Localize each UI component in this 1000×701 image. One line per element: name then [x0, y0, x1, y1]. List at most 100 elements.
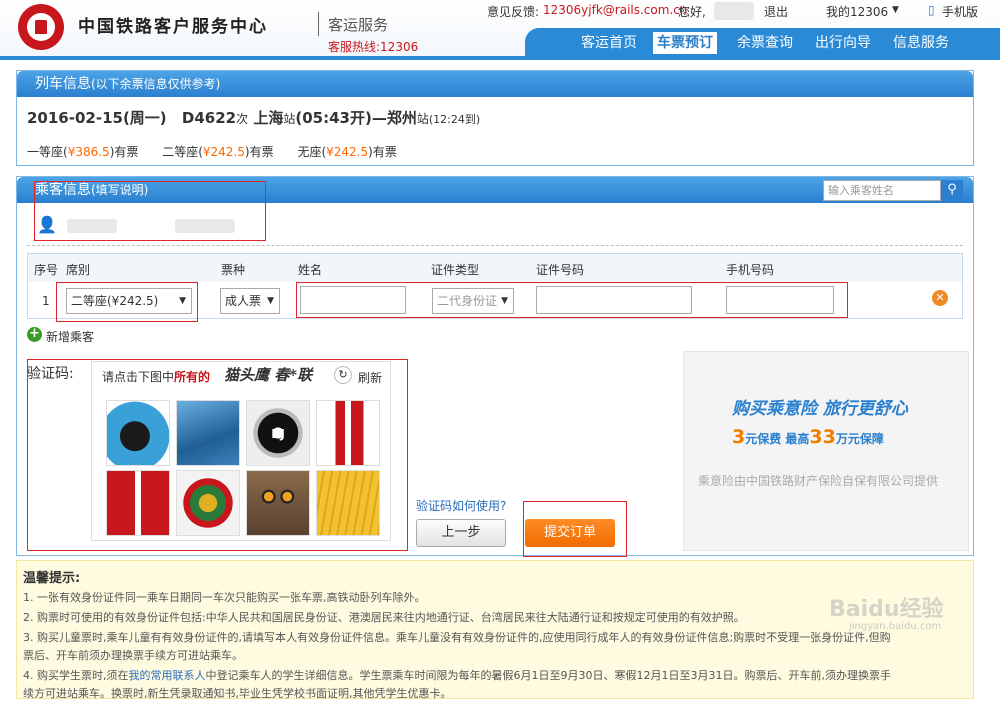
tip-3: 3. 购买儿童票时,乘车儿童有有效身份证件的,请填写本人有效身份证件信息。乘车儿…: [23, 631, 891, 644]
col-index: 序号: [34, 263, 59, 277]
train-number: D4622: [181, 109, 237, 127]
tip-4-post: 中登记乘车人的学生详细信息。学生票乘车时间限为每年的暑假6月1日至9月30日、寒…: [205, 669, 891, 682]
refresh-link[interactable]: 刷新: [358, 369, 382, 386]
seat-price: ¥242.5: [326, 145, 369, 159]
feedback-email-link[interactable]: 12306yjfk@rails.com.cn: [543, 3, 687, 17]
mobile-link[interactable]: 手机版: [942, 3, 978, 20]
seat-name: 无座(: [297, 145, 327, 159]
captcha-instruction: 请点击下图中所有的: [102, 368, 210, 385]
captcha-instruction-pre: 请点击下图中: [102, 370, 175, 384]
insurance-offer: 3元保费 最高33万元保障: [732, 426, 884, 448]
insurance-coverage: 33: [809, 426, 836, 448]
captcha-image-orca[interactable]: [106, 400, 170, 466]
ticket-type-value: 成人票: [225, 294, 262, 308]
watermark-url: jingyan.baidu.com: [849, 621, 942, 632]
row-index: 1: [42, 294, 50, 308]
captcha-target-words: 猫头鹰 春*联: [224, 366, 313, 384]
nav-travel-guide[interactable]: 出行向导: [811, 32, 875, 54]
header-divider: [0, 56, 1000, 60]
tip-4-pre: 4. 购买学生票时,须在: [23, 669, 129, 682]
captcha-image-bottle-cap[interactable]: [176, 470, 240, 536]
tip-2: 2. 购票时可使用的有效身份证件包括:中华人民共和国居民身份证、港澳居民来往内地…: [23, 611, 745, 624]
highlight-box: [34, 181, 266, 241]
insurance-provider: 乘意险由中国铁路财产保险自保有限公司提供: [698, 474, 939, 488]
captcha-image-owl[interactable]: [246, 470, 310, 536]
watermark: Baidu经验: [829, 597, 944, 622]
passenger-search-input[interactable]: 输入乘客姓名: [823, 180, 941, 201]
seat-price: ¥242.5: [202, 145, 245, 159]
site-title: 中国铁路客户服务中心: [78, 17, 268, 37]
dropdown-arrow-icon: ▼: [267, 296, 274, 306]
site-header: 中国铁路客户服务中心 客运服务 客服热线:12306 意见反馈: 12306yj…: [0, 0, 1000, 56]
captcha-instruction-em: 所有的: [174, 370, 211, 384]
insurance-text: 元保费 最高: [745, 432, 810, 446]
captcha-image-bj-badge[interactable]: BJ: [246, 400, 310, 466]
col-phone: 手机号码: [726, 263, 775, 277]
seat-no-seat: 无座(¥242.5)有票: [297, 145, 396, 159]
remove-passenger-icon[interactable]: ✕: [932, 290, 948, 306]
railway-logo-icon[interactable]: [18, 4, 64, 50]
captcha-image-dolphins[interactable]: [176, 400, 240, 466]
captcha-image-couplet[interactable]: [316, 400, 380, 466]
nav-info-service[interactable]: 信息服务: [889, 32, 953, 54]
captcha-help-link[interactable]: 验证码如何使用?: [416, 497, 506, 514]
col-id-number: 证件号码: [536, 263, 585, 277]
nav-booking[interactable]: 车票预订: [653, 32, 717, 54]
seat-status: 有票: [114, 145, 139, 159]
mobile-phone-icon[interactable]: ▯: [928, 3, 935, 17]
title-divider: [318, 12, 319, 36]
add-icon[interactable]: +: [27, 327, 42, 342]
station-suffix: 站: [416, 112, 429, 126]
col-ticket-type: 票种: [221, 263, 246, 277]
add-passenger-link[interactable]: 新增乘客: [46, 328, 94, 345]
nav-ticket-query[interactable]: 余票查询: [733, 32, 797, 54]
train-info-panel: 列车信息(以下余票信息仅供参考) 2016-02-15(周一) D4622次 上…: [16, 70, 974, 166]
tip-1: 1. 一张有效身份证件同一乘车日期同一车次只能购买一张车票,高铁动卧列车除外。: [23, 591, 426, 604]
logout-link[interactable]: 退出: [764, 3, 788, 20]
train-suffix: 次: [236, 112, 249, 126]
depart-time: (05:43开)—: [295, 109, 387, 127]
seat-name: 二等座(: [162, 145, 203, 159]
refresh-icon[interactable]: ↻: [334, 366, 352, 384]
ticket-type-select[interactable]: 成人票 ▼: [220, 288, 280, 314]
col-name: 姓名: [298, 263, 323, 277]
insurance-text: 万元保障: [835, 432, 884, 446]
col-seat: 席别: [66, 263, 91, 277]
main-nav: 客运首页 车票预订 余票查询 出行向导 信息服务: [525, 28, 1000, 56]
seat-availability: 一等座(¥386.5)有票 二等座(¥242.5)有票 无座(¥242.5)有票: [27, 143, 397, 160]
insurance-headline: 购买乘意险 旅行更舒心: [732, 399, 908, 419]
chevron-down-icon[interactable]: ▼: [892, 5, 899, 15]
train-info-header: 列车信息(以下余票信息仅供参考): [17, 71, 973, 97]
captcha-image-couplet[interactable]: [106, 470, 170, 536]
highlight-box: [56, 282, 198, 322]
insurance-banner[interactable]: 购买乘意险 旅行更舒心 3元保费 最高33万元保障 乘意险由中国铁路财产保险自保…: [683, 351, 969, 551]
highlight-box: [296, 282, 848, 318]
seat-status: 有票: [372, 145, 397, 159]
my12306-menu[interactable]: 我的12306: [826, 3, 888, 20]
station-suffix: 站: [283, 112, 296, 126]
feedback-label: 意见反馈:: [487, 5, 540, 19]
from-station: 上海: [253, 109, 284, 127]
username-blurred: [714, 2, 754, 20]
divider: [27, 245, 963, 246]
passenger-panel: 乘客信息(填写说明) 输入乘客姓名 ⚲ 👤 序号 席别 票种 姓名 证件类型 证…: [16, 176, 974, 557]
tips-title: 温馨提示:: [23, 571, 81, 586]
hotline: 客服热线:12306: [328, 40, 419, 54]
site-subtitle: 客运服务: [328, 16, 389, 34]
search-icon[interactable]: ⚲: [941, 180, 963, 201]
seat-second-class: 二等座(¥242.5)有票: [162, 145, 273, 159]
nav-home[interactable]: 客运首页: [577, 32, 641, 54]
tip-4: 4. 购买学生票时,须在我的常用联系人中登记乘车人的学生详细信息。学生票乘车时间…: [23, 667, 891, 683]
captcha-image-corn[interactable]: [316, 470, 380, 536]
table-header-row: 序号 席别 票种 姓名 证件类型 证件号码 手机号码: [28, 254, 962, 282]
seat-price: ¥386.5: [67, 145, 110, 159]
submit-order-button[interactable]: 提交订单: [525, 519, 615, 547]
prev-step-button[interactable]: 上一步: [416, 519, 506, 547]
arrive-time: (12:24到): [428, 113, 481, 126]
seat-first-class: 一等座(¥386.5)有票: [27, 145, 138, 159]
to-station: 郑州: [386, 109, 417, 127]
seat-name: 一等座(: [27, 145, 68, 159]
tips-panel: 温馨提示: 1. 一张有效身份证件同一乘车日期同一车次只能购买一张车票,高铁动卧…: [16, 560, 974, 700]
train-summary: 2016-02-15(周一) D4622次 上海站(05:43开)—郑州站(12…: [27, 107, 480, 128]
frequent-contacts-link[interactable]: 我的常用联系人: [129, 669, 206, 682]
